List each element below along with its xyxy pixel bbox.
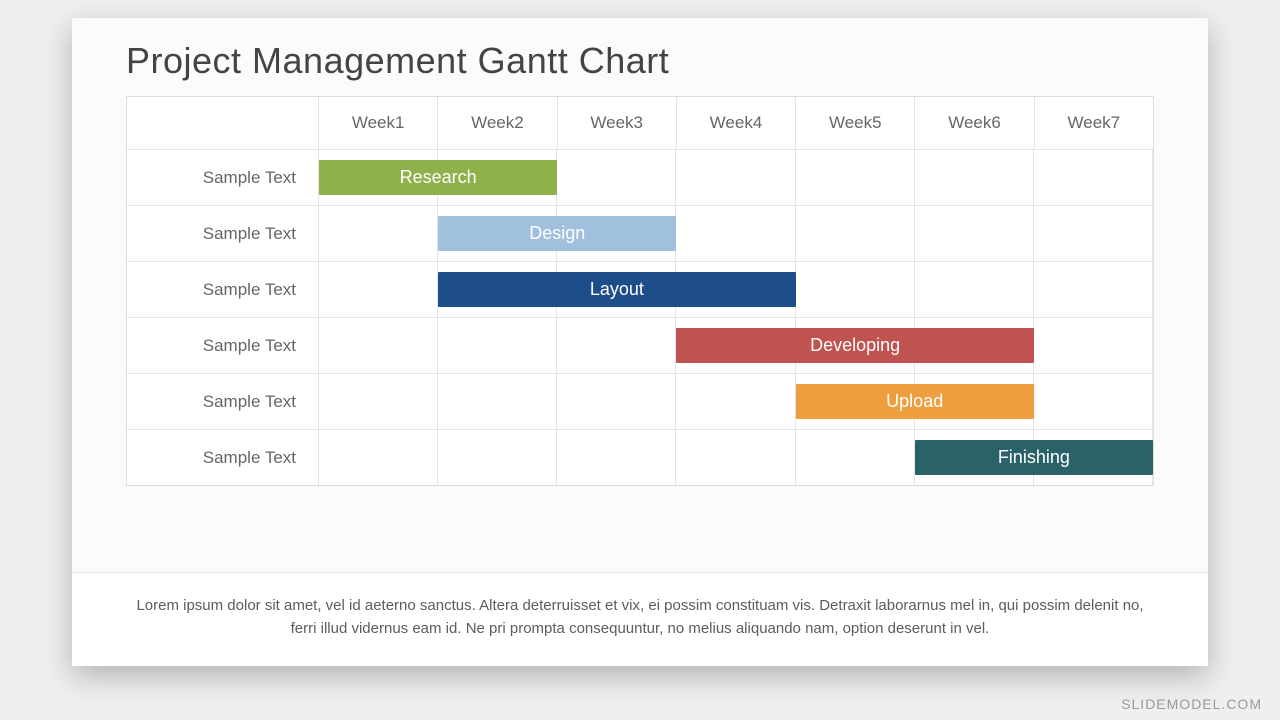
row-track: Design: [319, 206, 1153, 261]
week-header-cell: Week4: [677, 97, 796, 149]
grid-cell: [438, 430, 557, 485]
row-track: Layout: [319, 262, 1153, 317]
slide-body: Project Management Gantt Chart Week1Week…: [72, 18, 1208, 572]
grid-cell: [319, 430, 438, 485]
grid-cell: [676, 206, 795, 261]
row-label: Sample Text: [127, 262, 319, 317]
grid-cell: [557, 430, 676, 485]
grid-cell: [319, 206, 438, 261]
grid-cell: [676, 374, 795, 429]
gantt-body: Sample TextResearchSample TextDesignSamp…: [127, 149, 1153, 485]
gantt-bar: Design: [438, 216, 676, 251]
gantt-row: Sample Text Layout: [127, 261, 1153, 317]
grid-cell: [1034, 150, 1153, 205]
grid-cell: [438, 374, 557, 429]
row-track: Research: [319, 150, 1153, 205]
gantt-header-row: Week1Week2Week3Week4Week5Week6Week7: [127, 97, 1153, 149]
grid-cell: [438, 318, 557, 373]
gantt-bar: Layout: [438, 272, 795, 307]
gantt-row: Sample Text Design: [127, 205, 1153, 261]
row-track: Finishing: [319, 430, 1153, 485]
grid-cell: [915, 262, 1034, 317]
row-label: Sample Text: [127, 430, 319, 485]
row-track: Developing: [319, 318, 1153, 373]
gantt-bar: Research: [319, 160, 557, 195]
footer-text: Lorem ipsum dolor sit amet, vel id aeter…: [72, 572, 1208, 666]
row-label: Sample Text: [127, 318, 319, 373]
grid-cell: [557, 150, 676, 205]
slide-card: Project Management Gantt Chart Week1Week…: [72, 18, 1208, 666]
week-header-cell: Week3: [558, 97, 677, 149]
row-label: Sample Text: [127, 374, 319, 429]
grid-cell: [676, 150, 795, 205]
grid-cell: [1034, 374, 1153, 429]
grid-cell: [796, 206, 915, 261]
week-header-cell: Week2: [438, 97, 557, 149]
gantt-week-header: Week1Week2Week3Week4Week5Week6Week7: [319, 97, 1153, 149]
gantt-row: Sample TextResearch: [127, 149, 1153, 205]
gantt-corner-cell: [127, 97, 319, 149]
gantt-row: Sample Text Finishing: [127, 429, 1153, 485]
grid-cell: [796, 150, 915, 205]
week-header-cell: Week7: [1035, 97, 1153, 149]
grid-cell: [796, 262, 915, 317]
gantt-bar: Developing: [676, 328, 1033, 363]
row-label: Sample Text: [127, 150, 319, 205]
gantt-bar: Finishing: [915, 440, 1153, 475]
grid-cell: [319, 262, 438, 317]
grid-cell: [557, 318, 676, 373]
grid-cell: [1034, 206, 1153, 261]
gantt-row: Sample Text Upload: [127, 373, 1153, 429]
week-header-cell: Week6: [915, 97, 1034, 149]
page-title: Project Management Gantt Chart: [126, 40, 1154, 82]
gantt-chart: Week1Week2Week3Week4Week5Week6Week7 Samp…: [126, 96, 1154, 486]
grid-cell: [676, 430, 795, 485]
grid-cell: [915, 206, 1034, 261]
grid-cell: [915, 150, 1034, 205]
grid-cell: [1034, 262, 1153, 317]
week-header-cell: Week1: [319, 97, 438, 149]
grid-cell: [796, 430, 915, 485]
gantt-bar: Upload: [796, 384, 1034, 419]
grid-cell: [319, 374, 438, 429]
row-label: Sample Text: [127, 206, 319, 261]
grid-cell: [557, 374, 676, 429]
row-track: Upload: [319, 374, 1153, 429]
watermark: SLIDEMODEL.COM: [1121, 696, 1262, 712]
grid-cell: [1034, 318, 1153, 373]
grid-cell: [319, 318, 438, 373]
gantt-row: Sample Text Developing: [127, 317, 1153, 373]
week-header-cell: Week5: [796, 97, 915, 149]
